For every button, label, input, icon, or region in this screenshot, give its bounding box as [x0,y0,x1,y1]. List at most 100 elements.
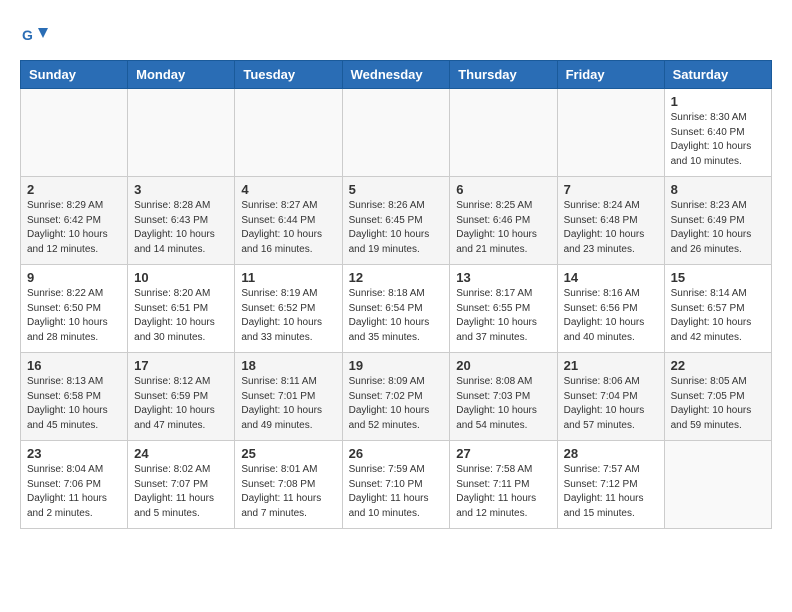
calendar-cell: 12 Sunrise: 8:18 AM Sunset: 6:54 PM Dayli… [342,265,450,353]
day-info: Sunrise: 8:28 AM Sunset: 6:43 PM Dayligh… [134,199,228,257]
day-info: Sunrise: 8:26 AM Sunset: 6:45 PM Dayligh… [349,199,444,257]
day-number: 12 [349,270,444,285]
day-number: 5 [349,182,444,197]
day-number: 23 [27,446,121,461]
calendar-cell [342,89,450,177]
day-info: Sunrise: 8:05 AM Sunset: 7:05 PM Dayligh… [671,375,765,433]
calendar-cell: 18 Sunrise: 8:11 AM Sunset: 7:01 PM Dayli… [235,353,342,441]
day-info: Sunrise: 8:24 AM Sunset: 6:48 PM Dayligh… [564,199,658,257]
day-number: 27 [456,446,550,461]
day-number: 4 [241,182,335,197]
calendar-cell: 4 Sunrise: 8:27 AM Sunset: 6:44 PM Daylig… [235,177,342,265]
day-info: Sunrise: 8:01 AM Sunset: 7:08 PM Dayligh… [241,463,335,521]
day-number: 26 [349,446,444,461]
weekday-header-thursday: Thursday [450,61,557,89]
logo-icon: G [20,20,50,50]
weekday-header-saturday: Saturday [664,61,771,89]
calendar-cell: 11 Sunrise: 8:19 AM Sunset: 6:52 PM Dayli… [235,265,342,353]
calendar-cell [128,89,235,177]
day-number: 16 [27,358,121,373]
calendar-cell [235,89,342,177]
weekday-header-monday: Monday [128,61,235,89]
calendar-cell: 23 Sunrise: 8:04 AM Sunset: 7:06 PM Dayli… [21,441,128,529]
day-info: Sunrise: 8:08 AM Sunset: 7:03 PM Dayligh… [456,375,550,433]
day-info: Sunrise: 8:23 AM Sunset: 6:49 PM Dayligh… [671,199,765,257]
calendar-cell [450,89,557,177]
calendar-cell: 14Sunrise: 8:16 AM Sunset: 6:56 PM Dayli… [557,265,664,353]
day-number: 9 [27,270,121,285]
calendar-cell: 20 Sunrise: 8:08 AM Sunset: 7:03 PM Dayli… [450,353,557,441]
calendar-week-row: 2 Sunrise: 8:29 AM Sunset: 6:42 PM Daylig… [21,177,772,265]
calendar-cell [664,441,771,529]
weekday-header-wednesday: Wednesday [342,61,450,89]
weekday-header-sunday: Sunday [21,61,128,89]
day-info: Sunrise: 8:30 AM Sunset: 6:40 PM Dayligh… [671,111,765,169]
day-info: Sunrise: 8:14 AM Sunset: 6:57 PM Dayligh… [671,287,765,345]
day-number: 22 [671,358,765,373]
day-info: Sunrise: 7:59 AM Sunset: 7:10 PM Dayligh… [349,463,444,521]
day-info: Sunrise: 8:13 AM Sunset: 6:58 PM Dayligh… [27,375,121,433]
calendar-cell [557,89,664,177]
calendar-cell: 16 Sunrise: 8:13 AM Sunset: 6:58 PM Dayli… [21,353,128,441]
weekday-header-tuesday: Tuesday [235,61,342,89]
weekday-header-friday: Friday [557,61,664,89]
calendar-cell: 27 Sunrise: 7:58 AM Sunset: 7:11 PM Dayli… [450,441,557,529]
day-info: Sunrise: 8:02 AM Sunset: 7:07 PM Dayligh… [134,463,228,521]
day-info: Sunrise: 7:58 AM Sunset: 7:11 PM Dayligh… [456,463,550,521]
day-number: 2 [27,182,121,197]
calendar-cell [21,89,128,177]
calendar-cell: 6 Sunrise: 8:25 AM Sunset: 6:46 PM Daylig… [450,177,557,265]
day-number: 11 [241,270,335,285]
day-number: 21 [564,358,658,373]
day-info: Sunrise: 8:11 AM Sunset: 7:01 PM Dayligh… [241,375,335,433]
calendar-header-row: SundayMondayTuesdayWednesdayThursdayFrid… [21,61,772,89]
day-info: Sunrise: 8:12 AM Sunset: 6:59 PM Dayligh… [134,375,228,433]
day-number: 8 [671,182,765,197]
calendar-cell: 3 Sunrise: 8:28 AM Sunset: 6:43 PM Daylig… [128,177,235,265]
day-info: Sunrise: 8:04 AM Sunset: 7:06 PM Dayligh… [27,463,121,521]
calendar-cell: 13 Sunrise: 8:17 AM Sunset: 6:55 PM Dayli… [450,265,557,353]
day-number: 17 [134,358,228,373]
calendar-cell: 1Sunrise: 8:30 AM Sunset: 6:40 PM Daylig… [664,89,771,177]
calendar-cell: 21 Sunrise: 8:06 AM Sunset: 7:04 PM Dayli… [557,353,664,441]
calendar-week-row: 9 Sunrise: 8:22 AM Sunset: 6:50 PM Daylig… [21,265,772,353]
calendar-cell: 26 Sunrise: 7:59 AM Sunset: 7:10 PM Dayli… [342,441,450,529]
day-number: 28 [564,446,658,461]
day-info: Sunrise: 8:25 AM Sunset: 6:46 PM Dayligh… [456,199,550,257]
day-info: Sunrise: 8:19 AM Sunset: 6:52 PM Dayligh… [241,287,335,345]
day-info: Sunrise: 8:20 AM Sunset: 6:51 PM Dayligh… [134,287,228,345]
day-number: 14 [564,270,658,285]
day-number: 13 [456,270,550,285]
calendar-cell: 22 Sunrise: 8:05 AM Sunset: 7:05 PM Dayli… [664,353,771,441]
day-number: 19 [349,358,444,373]
calendar-table: SundayMondayTuesdayWednesdayThursdayFrid… [20,60,772,529]
day-info: Sunrise: 8:18 AM Sunset: 6:54 PM Dayligh… [349,287,444,345]
calendar-cell: 24 Sunrise: 8:02 AM Sunset: 7:07 PM Dayli… [128,441,235,529]
day-number: 7 [564,182,658,197]
calendar-cell: 2 Sunrise: 8:29 AM Sunset: 6:42 PM Daylig… [21,177,128,265]
calendar-cell: 25 Sunrise: 8:01 AM Sunset: 7:08 PM Dayli… [235,441,342,529]
day-info: Sunrise: 8:22 AM Sunset: 6:50 PM Dayligh… [27,287,121,345]
day-number: 6 [456,182,550,197]
day-number: 25 [241,446,335,461]
calendar-cell: 17 Sunrise: 8:12 AM Sunset: 6:59 PM Dayli… [128,353,235,441]
day-info: Sunrise: 8:06 AM Sunset: 7:04 PM Dayligh… [564,375,658,433]
day-number: 3 [134,182,228,197]
day-number: 20 [456,358,550,373]
calendar-cell: 5 Sunrise: 8:26 AM Sunset: 6:45 PM Daylig… [342,177,450,265]
day-info: Sunrise: 8:17 AM Sunset: 6:55 PM Dayligh… [456,287,550,345]
day-info: Sunrise: 8:09 AM Sunset: 7:02 PM Dayligh… [349,375,444,433]
calendar-week-row: 23 Sunrise: 8:04 AM Sunset: 7:06 PM Dayli… [21,441,772,529]
calendar-cell: 8 Sunrise: 8:23 AM Sunset: 6:49 PM Daylig… [664,177,771,265]
svg-text:G: G [22,27,33,43]
day-number: 18 [241,358,335,373]
day-info: Sunrise: 8:29 AM Sunset: 6:42 PM Dayligh… [27,199,121,257]
calendar-cell: 10Sunrise: 8:20 AM Sunset: 6:51 PM Dayli… [128,265,235,353]
day-info: Sunrise: 8:27 AM Sunset: 6:44 PM Dayligh… [241,199,335,257]
calendar-week-row: 16 Sunrise: 8:13 AM Sunset: 6:58 PM Dayli… [21,353,772,441]
page-header: G [20,20,772,50]
calendar-week-row: 1Sunrise: 8:30 AM Sunset: 6:40 PM Daylig… [21,89,772,177]
day-number: 24 [134,446,228,461]
calendar-cell: 7 Sunrise: 8:24 AM Sunset: 6:48 PM Daylig… [557,177,664,265]
day-info: Sunrise: 7:57 AM Sunset: 7:12 PM Dayligh… [564,463,658,521]
